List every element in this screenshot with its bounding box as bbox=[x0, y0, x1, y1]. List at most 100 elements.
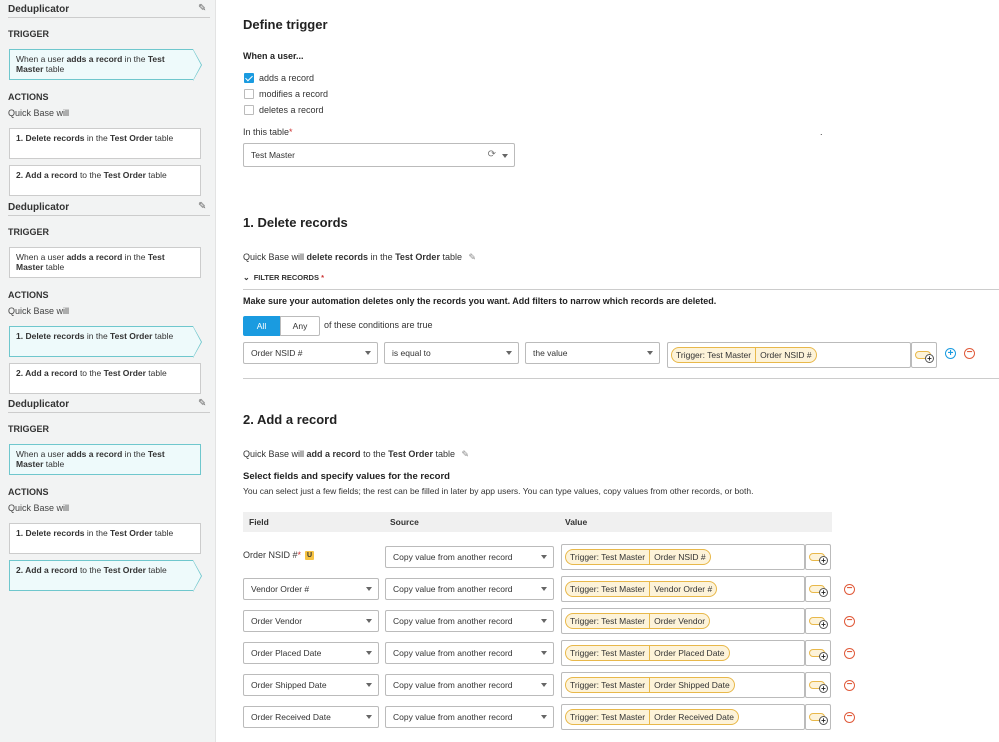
add-condition-button[interactable]: + bbox=[945, 348, 956, 359]
source-select[interactable]: Copy value from another record bbox=[385, 578, 554, 600]
source-select[interactable]: Copy value from another record bbox=[385, 706, 554, 728]
plus-icon: + bbox=[819, 652, 828, 661]
text: Test Order bbox=[110, 331, 153, 341]
text: table bbox=[43, 262, 65, 272]
insert-field-button[interactable]: + bbox=[805, 544, 831, 570]
remove-field-button[interactable]: − bbox=[844, 680, 855, 691]
text: table bbox=[432, 449, 455, 459]
chevron-down-icon bbox=[541, 587, 547, 591]
insert-field-button[interactable]: + bbox=[911, 342, 937, 368]
action-card-add[interactable]: 2. Add a record to the Test Order table bbox=[9, 560, 202, 592]
chevron-down-icon bbox=[647, 351, 653, 355]
select-value: Order NSID # bbox=[251, 348, 303, 358]
field-select[interactable]: Order Vendor bbox=[243, 610, 379, 632]
value-input[interactable]: Trigger: Test Master Order Vendor bbox=[561, 608, 805, 634]
text: to the bbox=[77, 368, 104, 378]
text: In this table bbox=[243, 127, 290, 137]
chevron-down-icon bbox=[541, 619, 547, 623]
select-value: Test Master bbox=[251, 150, 295, 160]
insert-field-button[interactable]: + bbox=[805, 608, 831, 634]
field-select[interactable]: Order Received Date bbox=[243, 706, 379, 728]
select-value: Order Vendor bbox=[251, 616, 303, 626]
filter-records-toggle[interactable]: ⌄ FILTER RECORDS * bbox=[243, 273, 324, 282]
divider bbox=[243, 289, 999, 290]
field-select[interactable]: Order Shipped Date bbox=[243, 674, 379, 696]
remove-field-button[interactable]: − bbox=[844, 584, 855, 595]
insert-field-button[interactable]: + bbox=[805, 672, 831, 698]
insert-field-button[interactable]: + bbox=[805, 640, 831, 666]
text: table bbox=[152, 331, 174, 341]
pencil-icon[interactable]: ✎ bbox=[198, 3, 206, 14]
filter-operator-select[interactable]: is equal to bbox=[384, 342, 519, 364]
value-input[interactable]: Trigger: Test Master Order Shipped Date bbox=[561, 672, 805, 698]
value-pill-field: Order Vendor bbox=[649, 613, 711, 629]
value-pill-source: Trigger: Test Master bbox=[565, 581, 650, 597]
trigger-card[interactable]: When a user adds a record in the Test Ma… bbox=[9, 444, 201, 475]
filter-field-select[interactable]: Order NSID # bbox=[243, 342, 378, 364]
select-value: the value bbox=[533, 348, 568, 358]
text: adds a record bbox=[66, 54, 123, 64]
value-pill-source: Trigger: Test Master bbox=[565, 677, 650, 693]
select-value: Vendor Order # bbox=[251, 584, 310, 594]
group-title: Deduplicator bbox=[8, 399, 70, 410]
value-input[interactable]: Trigger: Test Master Vendor Order # bbox=[561, 576, 805, 602]
filter-type-select[interactable]: the value bbox=[525, 342, 660, 364]
select-value: Order Received Date bbox=[251, 712, 331, 722]
remove-field-button[interactable]: − bbox=[844, 648, 855, 659]
text: in the bbox=[368, 252, 396, 262]
tab-any[interactable]: Any bbox=[280, 316, 320, 336]
remove-condition-button[interactable]: − bbox=[964, 348, 975, 359]
refresh-icon[interactable]: ⟳ bbox=[488, 144, 496, 166]
value-pill-source: Trigger: Test Master bbox=[565, 645, 650, 661]
text: in the bbox=[122, 252, 148, 262]
deletes-record-checkbox[interactable] bbox=[244, 105, 254, 115]
text: table bbox=[145, 565, 167, 575]
action-card-add[interactable]: 2. Add a record to the Test Order table bbox=[9, 363, 201, 394]
source-select[interactable]: Copy value from another record bbox=[385, 610, 554, 632]
text: to the bbox=[360, 449, 389, 459]
tab-all[interactable]: All bbox=[243, 316, 280, 336]
trigger-card[interactable]: When a user adds a record in the Test Ma… bbox=[9, 49, 202, 81]
col-source: Source bbox=[390, 517, 419, 527]
value-input[interactable]: Trigger: Test Master Order Placed Date bbox=[561, 640, 805, 666]
text: When a user bbox=[16, 54, 67, 64]
plus-icon: + bbox=[819, 716, 828, 725]
select-value: Order Placed Date bbox=[251, 648, 322, 658]
table-select[interactable]: Test Master ⟳ bbox=[243, 143, 515, 167]
modifies-record-checkbox[interactable] bbox=[244, 89, 254, 99]
value-input[interactable]: Trigger: Test Master Order Received Date bbox=[561, 704, 805, 730]
adds-record-checkbox[interactable] bbox=[244, 73, 254, 83]
col-value: Value bbox=[565, 517, 588, 527]
insert-field-button[interactable]: + bbox=[805, 576, 831, 602]
pencil-icon[interactable]: ✎ bbox=[198, 201, 206, 212]
insert-field-button[interactable]: + bbox=[805, 704, 831, 730]
field-select[interactable]: Order Placed Date bbox=[243, 642, 379, 664]
chevron-down-icon bbox=[541, 555, 547, 559]
source-select[interactable]: Copy value from another record bbox=[385, 674, 554, 696]
pencil-icon[interactable]: ✎ bbox=[198, 398, 206, 409]
value-pill-field: Order NSID # bbox=[649, 549, 711, 565]
source-select[interactable]: Copy value from another record bbox=[385, 546, 554, 568]
value-pill-source: Trigger: Test Master bbox=[671, 347, 756, 363]
trigger-card[interactable]: When a user adds a record in the Test Ma… bbox=[9, 247, 201, 278]
pencil-icon[interactable]: ✎ bbox=[462, 449, 470, 459]
text: Test Order bbox=[103, 565, 146, 575]
text: table bbox=[152, 133, 174, 143]
field-select[interactable]: Vendor Order # bbox=[243, 578, 379, 600]
actions-label: ACTIONS bbox=[8, 92, 49, 102]
text: table bbox=[145, 170, 167, 180]
divider bbox=[8, 215, 210, 216]
select-value: is equal to bbox=[392, 348, 431, 358]
source-select[interactable]: Copy value from another record bbox=[385, 642, 554, 664]
action-card-add[interactable]: 2. Add a record to the Test Order table bbox=[9, 165, 201, 196]
pencil-icon[interactable]: ✎ bbox=[469, 252, 477, 262]
remove-field-button[interactable]: − bbox=[844, 712, 855, 723]
remove-field-button[interactable]: − bbox=[844, 616, 855, 627]
action-card-delete[interactable]: 1. Delete records in the Test Order tabl… bbox=[9, 523, 201, 554]
text: table bbox=[43, 64, 65, 74]
value-input[interactable]: Trigger: Test Master Order NSID # bbox=[561, 544, 805, 570]
action-card-delete[interactable]: 1. Delete records in the Test Order tabl… bbox=[9, 128, 201, 159]
filter-value-input[interactable]: Trigger: Test Master Order NSID # bbox=[667, 342, 911, 368]
filter-instruction: Make sure your automation deletes only t… bbox=[243, 296, 717, 306]
action-card-delete[interactable]: 1. Delete records in the Test Order tabl… bbox=[9, 326, 202, 358]
